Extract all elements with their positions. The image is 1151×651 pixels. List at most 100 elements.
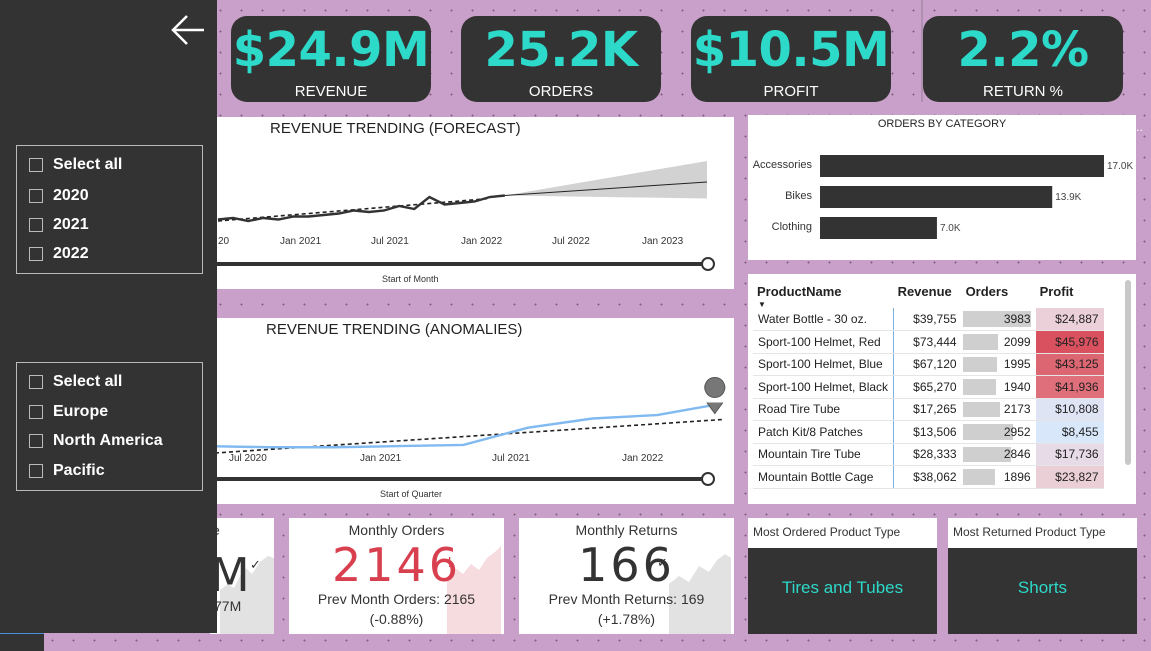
year-option-select-all[interactable]: Select all (29, 154, 122, 176)
forecast-tick: Jan 2023 (642, 236, 684, 247)
page-tab[interactable] (0, 633, 44, 651)
kpi-orders-card[interactable]: 25.2K ORDERS (461, 16, 661, 102)
product-name-cell: Road Tire Tube (753, 398, 895, 421)
orders-by-category-panel[interactable]: ORDERS BY CATEGORY Accessories 17.0K Bikes… (748, 115, 1136, 260)
monthly-revenue-card[interactable]: e M ✓ 77M (210, 518, 274, 634)
product-name-cell: Patch Kit/8 Patches (753, 420, 895, 444)
kpi-profit-value: $10.5M (692, 22, 890, 78)
more-options-icon[interactable]: ·· (1136, 124, 1143, 137)
profit-cell: $10,808 (1035, 398, 1104, 421)
profit-cell: $17,736 (1035, 443, 1104, 466)
monthly-orders-card[interactable]: Monthly Orders 2146 ! Prev Month Orders:… (289, 518, 504, 634)
kpi-return-card[interactable]: 2.2% RETURN % (923, 16, 1123, 102)
checkbox[interactable] (29, 375, 43, 389)
checkbox[interactable] (29, 247, 43, 261)
most-ordered-value: Tires and Tubes (781, 578, 904, 597)
forecast-chart-panel[interactable]: REVENUE TRENDING (FORECAST) 20 Jan 2021 … (210, 117, 734, 289)
anomaly-x-axis-label: Start of Quarter (380, 489, 443, 499)
orders-value: 2099 (1003, 334, 1031, 349)
profit-cell: $41,936 (1035, 375, 1104, 399)
kpi-profit-card[interactable]: $10.5M PROFIT (691, 16, 891, 102)
anomaly-tick: Jul 2021 (492, 453, 530, 464)
anomaly-tick: Jan 2022 (622, 453, 664, 464)
region-option-pacific[interactable]: Pacific (29, 460, 105, 482)
monthly-revenue-sub: 77M (214, 598, 242, 614)
most-returned-card[interactable]: Most Returned Product Type Shorts (948, 518, 1137, 634)
check-icon: ✓ (250, 558, 261, 573)
forecast-range-slider-handle[interactable] (701, 257, 715, 271)
table-row[interactable]: Mountain Bottle Cage $38,062 1896 $23,827 (753, 465, 1104, 489)
orders-databar (962, 379, 996, 395)
monthly-revenue-title: e (212, 522, 274, 538)
product-table-panel[interactable]: ProductName ▼ Revenue Orders Profit Wate… (748, 274, 1136, 504)
table-row[interactable]: Sport-100 Helmet, Red $73,444 2099 $45,976 (753, 330, 1104, 354)
most-ordered-card[interactable]: Most Ordered Product Type Tires and Tube… (748, 518, 937, 634)
orders-cell: 2173 (961, 398, 1036, 421)
year-option-2020[interactable]: 2020 (29, 185, 89, 207)
monthly-orders-value: 2146 (331, 538, 462, 592)
monthly-orders-title: Monthly Orders (348, 522, 445, 538)
orders-by-category-svg: Accessories 17.0K Bikes 13.9K Clothing 7.0K (753, 155, 1133, 239)
region-option-europe[interactable]: Europe (29, 401, 108, 423)
anomaly-chart-panel[interactable]: REVENUE TRENDING (ANOMALIES) Jul 2020 Ja… (210, 318, 734, 504)
anomaly-range-slider-track[interactable] (210, 477, 704, 481)
col-header-orders[interactable]: Orders (962, 274, 1036, 308)
col-header-profit[interactable]: Profit (1036, 274, 1104, 308)
checkbox[interactable] (29, 158, 43, 172)
region-option-label: Europe (53, 403, 109, 420)
orders-value: 2952 (1003, 424, 1031, 439)
region-option-select-all[interactable]: Select all (29, 371, 122, 393)
col-header-productname[interactable]: ProductName ▼ (753, 274, 894, 310)
monthly-returns-change: (+1.78%) (597, 611, 656, 627)
checkbox[interactable] (29, 464, 43, 478)
forecast-tick: Jul 2021 (371, 236, 409, 247)
year-option-2022[interactable]: 2022 (29, 243, 89, 265)
monthly-returns-card[interactable]: Monthly Returns 166 ✓ Prev Month Returns… (519, 518, 734, 634)
table-row[interactable]: Water Bottle - 30 oz. $39,755 3983 $24,887 (753, 308, 1104, 331)
profit-cell: $23,827 (1035, 465, 1104, 489)
checkbox[interactable] (29, 218, 43, 232)
kpi-revenue-card[interactable]: $24.9M REVENUE (231, 16, 431, 102)
orders-value: 2173 (1003, 402, 1031, 417)
revenue-cell: $73,444 (893, 330, 962, 354)
product-name-cell: Mountain Bottle Cage (753, 465, 895, 489)
region-option-north-america[interactable]: North America (29, 430, 163, 452)
year-option-label: 2020 (53, 187, 89, 204)
col-header-revenue[interactable]: Revenue (894, 274, 962, 308)
forecast-x-axis-label: Start of Month (382, 274, 439, 284)
profit-cell: $45,976 (1035, 330, 1104, 354)
orders-value: 1940 (1003, 379, 1031, 394)
profit-cell: $24,887 (1035, 308, 1104, 331)
revenue-cell: $13,506 (893, 420, 962, 444)
category-label: Bikes (785, 190, 812, 202)
table-row[interactable]: Mountain Tire Tube $28,333 2846 $17,736 (753, 443, 1104, 466)
category-bar (820, 155, 1104, 177)
forecast-tick: Jan 2022 (461, 236, 503, 247)
region-slicer: Select all Europe North America Pacific (16, 362, 203, 491)
kpi-revenue-value: $24.9M (232, 22, 430, 78)
orders-cell: 2846 (961, 443, 1036, 466)
product-name-cell: Sport-100 Helmet, Red (753, 330, 895, 354)
category-label: Accessories (753, 159, 813, 171)
table-scrollbar[interactable] (1125, 280, 1131, 465)
anomaly-tick: Jul 2020 (229, 453, 267, 464)
kpi-profit-label: PROFIT (763, 83, 819, 100)
table-row[interactable]: Road Tire Tube $17,265 2173 $10,808 (753, 398, 1104, 421)
table-row[interactable]: Sport-100 Helmet, Blue $67,120 1995 $43,125 (753, 353, 1104, 376)
monthly-revenue-value: M (210, 548, 250, 602)
left-arrow-icon[interactable] (168, 12, 208, 48)
forecast-range-slider-track[interactable] (210, 262, 704, 266)
table-row[interactable]: Sport-100 Helmet, Black $65,270 1940 $41,93… (753, 375, 1104, 399)
anomaly-range-slider-handle[interactable] (701, 472, 715, 486)
monthly-orders-change: (-0.88%) (369, 611, 424, 627)
checkbox[interactable] (29, 189, 43, 203)
table-row[interactable]: Patch Kit/8 Patches $13,506 2952 $8,455 (753, 420, 1104, 444)
revenue-cell: $39,755 (893, 308, 962, 331)
kpi-return-label: RETURN % (982, 83, 1063, 100)
region-option-label: Pacific (53, 462, 105, 479)
checkbox[interactable] (29, 405, 43, 419)
col-header-productname-label: ProductName (757, 283, 842, 299)
orders-cell: 2099 (961, 330, 1036, 354)
year-option-2021[interactable]: 2021 (29, 214, 89, 236)
checkbox[interactable] (29, 434, 43, 448)
